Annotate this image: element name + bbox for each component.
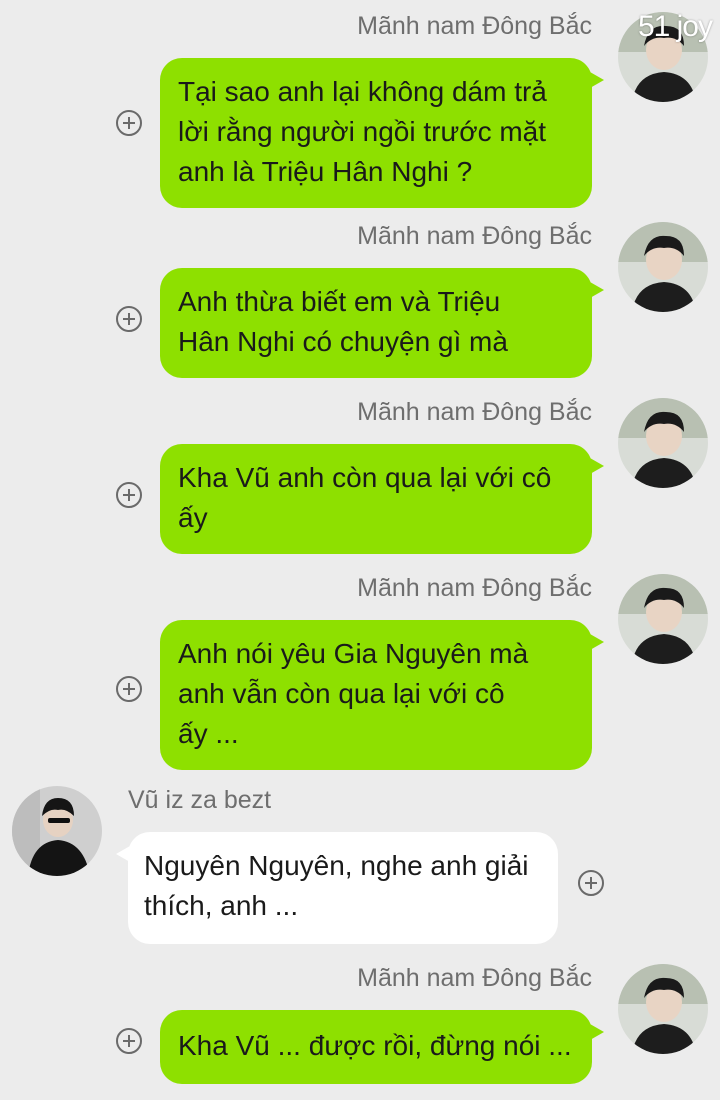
message-item: Mãnh nam Đông Bắc Anh nói yêu Gia Nguyên…: [0, 574, 720, 770]
plus-circle-icon[interactable]: [116, 110, 142, 136]
message-item: Mãnh nam Đông Bắc Kha Vũ ... được rồi, đ…: [0, 964, 720, 1094]
plus-circle-icon[interactable]: [116, 676, 142, 702]
message-item: Vũ iz za bezt Nguyên Nguyên, nghe anh gi…: [0, 786, 720, 946]
avatar[interactable]: [12, 786, 102, 876]
sender-name: Mãnh nam Đông Bắc: [357, 222, 592, 250]
watermark: 51 joy: [637, 10, 713, 43]
sender-name: Mãnh nam Đông Bắc: [357, 964, 592, 992]
message-item: Mãnh nam Đông Bắc Tại sao anh lại không …: [0, 12, 720, 208]
message-text: Tại sao anh lại không dám trả lời rằng n…: [178, 76, 547, 187]
message-text: Kha Vũ anh còn qua lại với cô ấy: [178, 462, 552, 533]
message-bubble[interactable]: Kha Vũ anh còn qua lại với cô ấy: [160, 444, 604, 554]
sender-name: Mãnh nam Đông Bắc: [357, 12, 592, 40]
message-item: Mãnh nam Đông Bắc Kha Vũ anh còn qua lại…: [0, 398, 720, 558]
message-text: Kha Vũ ... được rồi, đừng nói ...: [178, 1030, 572, 1061]
plus-circle-icon[interactable]: [116, 306, 142, 332]
plus-circle-icon[interactable]: [116, 1028, 142, 1054]
message-bubble[interactable]: Kha Vũ ... được rồi, đừng nói ...: [160, 1010, 604, 1084]
message-bubble[interactable]: Anh thừa biết em và Triệu Hân Nghi có ch…: [160, 268, 604, 378]
message-item: Mãnh nam Đông Bắc Anh thừa biết em và Tr…: [0, 222, 720, 382]
message-text: Nguyên Nguyên, nghe anh giải thích, anh …: [144, 850, 529, 921]
message-text: Anh thừa biết em và Triệu Hân Nghi có ch…: [178, 286, 508, 357]
message-bubble[interactable]: Tại sao anh lại không dám trả lời rằng n…: [160, 58, 604, 208]
plus-circle-icon[interactable]: [116, 482, 142, 508]
avatar[interactable]: [618, 222, 708, 312]
avatar[interactable]: [618, 574, 708, 664]
plus-circle-icon[interactable]: [578, 870, 604, 896]
sender-name: Mãnh nam Đông Bắc: [357, 574, 592, 602]
sender-name: Vũ iz za bezt: [128, 786, 272, 814]
sender-name: Mãnh nam Đông Bắc: [357, 398, 592, 426]
message-bubble[interactable]: Anh nói yêu Gia Nguyên mà anh vẫn còn qu…: [160, 620, 604, 770]
message-bubble[interactable]: Nguyên Nguyên, nghe anh giải thích, anh …: [116, 832, 558, 944]
avatar[interactable]: [618, 964, 708, 1054]
avatar[interactable]: [618, 398, 708, 488]
message-text: Anh nói yêu Gia Nguyên mà anh vẫn còn qu…: [178, 638, 529, 749]
